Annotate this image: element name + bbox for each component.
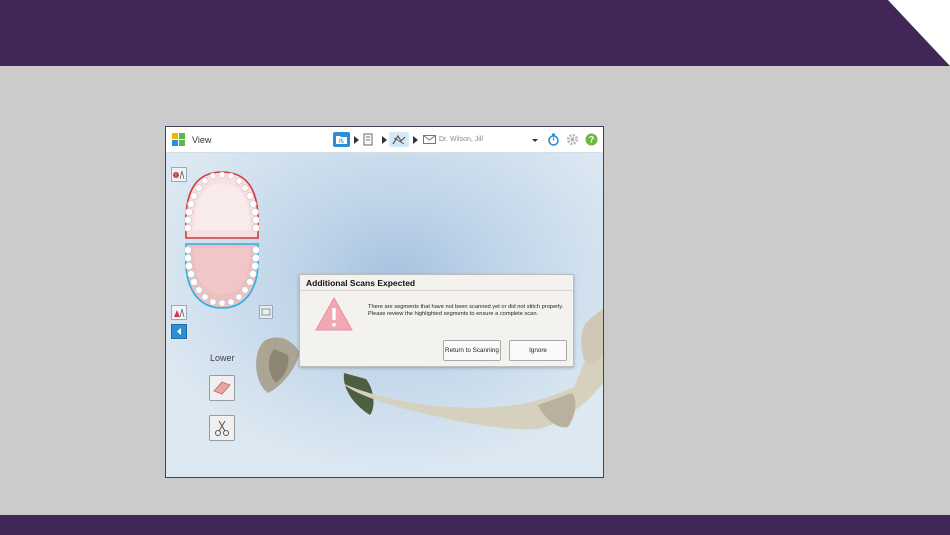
dialog-title: Additional Scans Expected: [306, 278, 416, 288]
rx-icon[interactable]: ℞: [333, 132, 350, 147]
view-menu-label[interactable]: View: [192, 135, 211, 145]
jaw-selector-diagram[interactable]: [180, 168, 264, 313]
svg-text:!: !: [175, 173, 176, 179]
view-menu-icon[interactable]: [172, 133, 185, 146]
slide-top-band: [0, 0, 950, 66]
warning-icon: [315, 296, 353, 331]
gear-icon[interactable]: [566, 133, 579, 146]
ignore-button[interactable]: Ignore: [509, 340, 567, 361]
scan-icon[interactable]: [389, 132, 409, 147]
chevron-left-icon: [177, 328, 181, 335]
lower-jaw-select-button[interactable]: [171, 305, 187, 320]
dialog-message: There are segments that have not been sc…: [368, 304, 564, 318]
slide-top-corner-cut: [888, 0, 950, 66]
dialog-divider: [300, 290, 573, 291]
current-jaw-label: Lower: [210, 353, 235, 363]
trim-tool-button[interactable]: [209, 415, 235, 441]
return-to-scanning-button[interactable]: Return to Scanning: [443, 340, 501, 361]
svg-text:?: ?: [589, 135, 595, 145]
jaw-scan-icon: [174, 308, 185, 318]
app-toolbar: View ℞ Dr. Wilson, Jill ?: [166, 127, 603, 153]
send-icon[interactable]: [422, 132, 436, 147]
timer-icon[interactable]: [547, 133, 560, 146]
document-icon[interactable]: [362, 132, 374, 147]
view-toggle-icon: [261, 308, 271, 316]
patient-name: Dr. Wilson, Jill: [439, 136, 483, 143]
collapse-panel-button[interactable]: [171, 324, 187, 339]
eraser-tool-icon: [213, 381, 231, 395]
help-icon[interactable]: ?: [585, 133, 598, 146]
chevron-down-icon[interactable]: [532, 139, 538, 142]
step-arrow-icon: [382, 136, 387, 144]
step-arrow-icon: [354, 136, 359, 144]
slide-bottom-band: [0, 515, 950, 535]
svg-text:℞: ℞: [339, 138, 344, 145]
trim-scissors-icon: [215, 420, 229, 436]
additional-scans-dialog: Additional Scans Expected There are segm…: [299, 274, 574, 367]
eraser-tool-button[interactable]: [209, 375, 235, 401]
view-toggle-button[interactable]: [259, 305, 273, 319]
step-arrow-icon: [413, 136, 418, 144]
